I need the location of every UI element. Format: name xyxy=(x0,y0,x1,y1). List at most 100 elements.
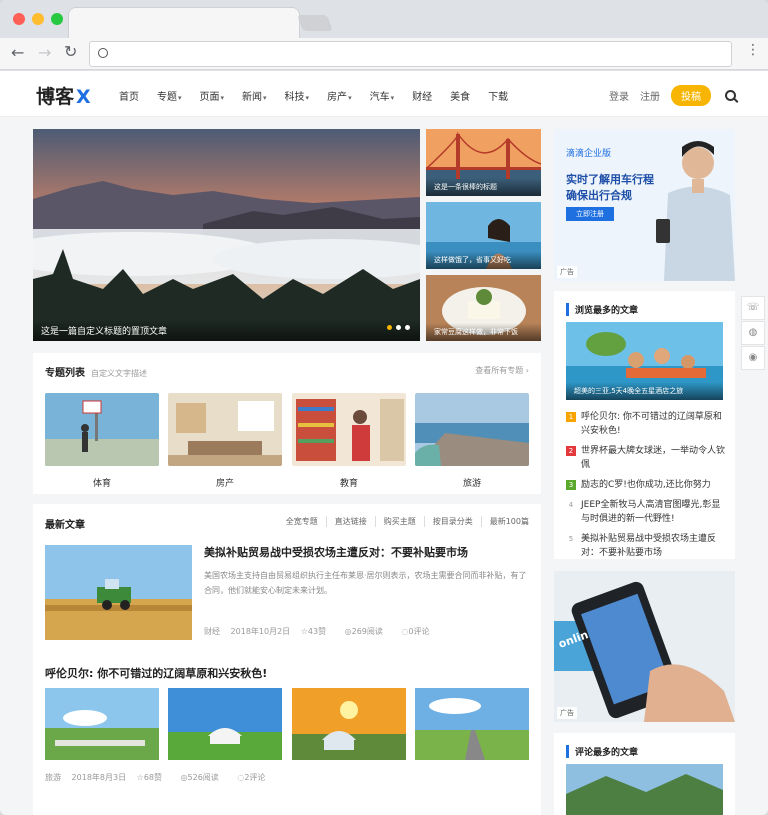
living-room-image xyxy=(168,393,282,466)
register-link[interactable]: 注册 xyxy=(640,88,660,103)
site-logo[interactable]: 博客 X xyxy=(36,82,91,109)
nav-item[interactable]: 财经 xyxy=(412,88,432,103)
latest-tabs: 全宽专题 直达链接 购买主题 按目录分类 最新100篇 xyxy=(270,516,529,527)
yurt-image[interactable] xyxy=(168,688,282,760)
ranked-article[interactable]: 2 世界杯最大牌女球迷，一举动令人钦佩 xyxy=(566,444,726,472)
search-icon xyxy=(98,48,108,58)
wechat-icon[interactable]: ◍ xyxy=(741,321,765,345)
web-page: 博客 X 首页 专题▾ 页面▾ 新闻▾ 科技▾ 房产▾ 汽车▾ 财经 美食 下载 登录 注册 投稿 xyxy=(0,71,768,815)
nav-item[interactable]: 新闻▾ xyxy=(242,88,267,103)
rank-number: 5 xyxy=(566,534,576,544)
site-header: 博客 X 首页 专题▾ 页面▾ 新闻▾ 科技▾ 房产▾ 汽车▾ 财经 美食 下载 登录 注册 投稿 xyxy=(0,71,768,117)
hero-slide[interactable]: 这是一篇自定义标题的置顶文章 xyxy=(33,129,420,341)
ranked-article[interactable]: 3 励志的C罗!也你成功,还比你努力 xyxy=(566,478,726,492)
latest-tab[interactable]: 按目录分类 xyxy=(423,516,473,527)
latest-tab[interactable]: 全宽专题 xyxy=(278,516,318,527)
main-nav: 首页 专题▾ 页面▾ 新闻▾ 科技▾ 房产▾ 汽车▾ 财经 美食 下载 xyxy=(110,88,517,103)
article-title[interactable]: 呼伦贝尔: 你不可错过的辽阔草原和兴安秋色! xyxy=(45,665,267,681)
chevron-down-icon: ▾ xyxy=(305,94,310,102)
coast-road-image xyxy=(415,393,529,466)
ad-tag: 广告 xyxy=(557,266,577,278)
topic-item[interactable]: 旅游 xyxy=(415,393,529,489)
article-title[interactable]: 美拟补贴贸易战中受损农场主遭反对：不要补贴要市场 xyxy=(204,544,468,560)
latest-articles-card: 最新文章 全宽专题 直达链接 购买主题 按目录分类 最新100篇 美拟补贴贸易战中受损农… xyxy=(33,504,541,815)
nav-item[interactable]: 房产▾ xyxy=(327,88,352,103)
ranked-article-title: 呼伦贝尔: 你不可错过的辽阔草原和兴安秋色! xyxy=(581,412,722,436)
side-slide-caption: 家常豆腐这样做，非常下饭 xyxy=(426,323,541,341)
article-date: 2018年10月2日 xyxy=(230,627,291,636)
grassland-sheep-image[interactable] xyxy=(45,688,159,760)
chevron-down-icon: ▾ xyxy=(348,94,352,102)
rank-number: 4 xyxy=(566,500,576,510)
harvester-image[interactable] xyxy=(45,545,192,640)
slide-indicators[interactable] xyxy=(387,325,410,330)
article-comments: ◌0评论 xyxy=(401,627,430,636)
article-meta: 旅游 2018年8月3日 ☆68赞 ◎526阅读 ◌2评论 xyxy=(45,772,281,783)
side-slide-1[interactable]: 这是一条很棒的标题 xyxy=(426,129,541,196)
phone-ad[interactable]: onlin 广告 xyxy=(554,571,735,722)
businessman-image xyxy=(656,141,735,281)
nav-item[interactable]: 美食 xyxy=(450,88,470,103)
latest-tab[interactable]: 最新100篇 xyxy=(480,516,529,527)
latest-tab[interactable]: 购买主题 xyxy=(374,516,416,527)
ad-tag: 广告 xyxy=(557,707,577,719)
ranked-article-title: 世界杯最大牌女球迷，一举动令人钦佩 xyxy=(581,446,726,470)
login-link[interactable]: 登录 xyxy=(609,88,629,103)
view-all-topics-link[interactable]: 查看所有专题 › xyxy=(475,365,529,376)
ad-register-button[interactable]: 立即注册 xyxy=(566,207,614,221)
nav-item[interactable]: 页面▾ xyxy=(200,88,225,103)
topics-heading: 专题列表 自定义文字描述 xyxy=(45,368,147,379)
submit-post-button[interactable]: 投稿 xyxy=(671,85,711,106)
chevron-down-icon: ▾ xyxy=(390,94,395,102)
latest-tab[interactable]: 直达链接 xyxy=(325,516,367,527)
article-views: ◎526阅读 xyxy=(180,773,219,782)
chevron-down-icon: ▾ xyxy=(178,94,182,102)
new-tab-button[interactable] xyxy=(297,15,333,31)
reload-icon[interactable]: ↻ xyxy=(64,42,77,61)
most-commented-card: 评论最多的文章 xyxy=(554,733,735,815)
browser-toolbar: ← → ↻ ⋮ xyxy=(0,38,768,70)
forward-icon[interactable]: → xyxy=(38,43,51,62)
topic-label: 教育 xyxy=(339,479,358,489)
maximize-window-button[interactable] xyxy=(51,13,63,25)
topic-item[interactable]: 房产 xyxy=(168,393,282,489)
address-bar[interactable] xyxy=(89,41,732,67)
didi-ad[interactable]: 滴滴企业版 实时了解用车行程 确保出行合规 立即注册 广告 xyxy=(554,129,735,281)
nav-item[interactable]: 汽车▾ xyxy=(370,88,395,103)
article-category[interactable]: 旅游 xyxy=(45,773,61,782)
nav-item[interactable]: 下载 xyxy=(488,88,508,103)
ranked-article[interactable]: 1 呼伦贝尔: 你不可错过的辽阔草原和兴安秋色! xyxy=(566,410,726,438)
minimize-window-button[interactable] xyxy=(32,13,44,25)
browser-tab[interactable] xyxy=(68,7,300,39)
nav-item[interactable]: 首页 xyxy=(119,88,139,103)
topic-item[interactable]: 教育 xyxy=(292,393,406,489)
hero-caption: 这是一篇自定义标题的置顶文章 xyxy=(33,320,420,341)
back-icon[interactable]: ← xyxy=(11,43,24,62)
prairie-road-image[interactable] xyxy=(415,688,529,760)
topic-label: 房产 xyxy=(215,479,234,489)
side-slide-2[interactable]: 这样做饿了，省事又好吃 xyxy=(426,202,541,269)
search-icon[interactable] xyxy=(725,90,736,101)
nav-item[interactable]: 科技▾ xyxy=(285,88,310,103)
ranked-article[interactable]: 5 美拟补贴贸易战中受损农场主遭反对：不要补贴要市场 xyxy=(566,532,726,560)
mountain-valley-image[interactable] xyxy=(566,764,723,815)
most-viewed-image-link[interactable]: 超美的三亚,5天4晚全五星酒店之旅 xyxy=(566,322,723,400)
article-category[interactable]: 财经 xyxy=(204,627,220,636)
article-summary: 美国农场主支持自由贸易组织执行主任布莱恩·居尔则表示，农场主需要合同而非补贴，有… xyxy=(204,571,527,595)
topic-item[interactable]: 体育 xyxy=(45,393,159,489)
nav-item[interactable]: 专题▾ xyxy=(157,88,182,103)
article-views: ◎269阅读 xyxy=(344,627,383,636)
rank-number: 2 xyxy=(566,446,576,456)
most-viewed-heading: 浏览最多的文章 xyxy=(566,303,638,316)
menu-kebab-icon[interactable]: ⋮ xyxy=(746,42,760,58)
weibo-icon[interactable]: ◉ xyxy=(741,346,765,370)
most-commented-heading: 评论最多的文章 xyxy=(566,745,638,758)
close-window-button[interactable] xyxy=(13,13,25,25)
sunset-yurt-image[interactable] xyxy=(292,688,406,760)
ranked-article[interactable]: 4 JEEP全新牧马人高清官图曝光,彰显与时俱进的新一代野性! xyxy=(566,498,726,526)
phone-icon[interactable]: ☏ xyxy=(741,296,765,320)
side-slide-caption: 这样做饿了，省事又好吃 xyxy=(426,251,541,269)
ad-brand: 滴滴企业版 xyxy=(566,149,612,159)
side-slide-3[interactable]: 家常豆腐这样做，非常下饭 xyxy=(426,275,541,341)
latest-heading: 最新文章 xyxy=(45,520,85,531)
